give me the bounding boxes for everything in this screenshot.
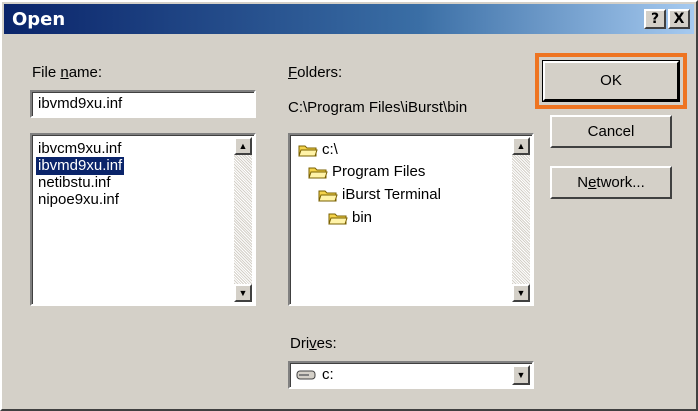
drives-select[interactable]: c: ▼ <box>288 361 534 389</box>
window-title: Open <box>12 9 66 30</box>
folder-item[interactable]: bin <box>328 208 372 228</box>
help-button[interactable]: ? <box>644 9 666 29</box>
folder-open-icon <box>308 165 328 179</box>
folder-item[interactable]: iBurst Terminal <box>318 185 441 205</box>
ok-button[interactable]: OK <box>542 60 680 102</box>
current-path: C:\Program Files\iBurst\bin <box>288 99 468 116</box>
scroll-down-icon[interactable]: ▼ <box>234 284 252 302</box>
folder-open-icon <box>298 143 318 157</box>
folder-open-icon <box>328 211 348 225</box>
folder-item[interactable]: c:\ <box>298 140 338 160</box>
scroll-up-icon[interactable]: ▲ <box>512 137 530 155</box>
file-list[interactable]: ibvcm9xu.inf ibvmd9xu.inf netibstu.inf n… <box>30 133 256 306</box>
list-item-selected[interactable]: ibvmd9xu.inf <box>36 157 125 175</box>
drives-label: Drives: <box>290 335 337 352</box>
chevron-down-icon[interactable]: ▼ <box>512 365 530 385</box>
title-bar[interactable]: Open ? X <box>4 4 694 34</box>
scroll-down-icon[interactable]: ▼ <box>512 284 530 302</box>
file-name-label: File name: <box>32 64 103 81</box>
list-item[interactable]: nipoe9xu.inf <box>36 191 121 209</box>
drives-value: c: <box>322 366 334 383</box>
list-item[interactable]: ibvcm9xu.inf <box>36 140 123 158</box>
folder-tree-scrollbar[interactable]: ▲ ▼ <box>512 137 530 302</box>
hard-drive-icon <box>296 368 316 380</box>
file-name-input[interactable]: ibvmd9xu.inf <box>30 90 256 118</box>
file-name-value: ibvmd9xu.inf <box>38 95 123 112</box>
cancel-button[interactable]: Cancel <box>550 115 672 148</box>
scroll-up-icon[interactable]: ▲ <box>234 137 252 155</box>
folder-open-icon <box>318 188 338 202</box>
network-button[interactable]: Network... <box>550 166 672 199</box>
open-dialog: Open ? X File name: ibvmd9xu.inf ibvcm9x… <box>0 0 698 411</box>
close-button[interactable]: X <box>668 9 690 29</box>
folder-tree[interactable]: c:\ Program Files iBurst Terminal bin ▲ … <box>288 133 534 306</box>
file-list-scrollbar[interactable]: ▲ ▼ <box>234 137 252 302</box>
list-item[interactable]: netibstu.inf <box>36 174 113 192</box>
folder-item[interactable]: Program Files <box>308 162 425 182</box>
folders-label: Folders: <box>288 64 343 81</box>
